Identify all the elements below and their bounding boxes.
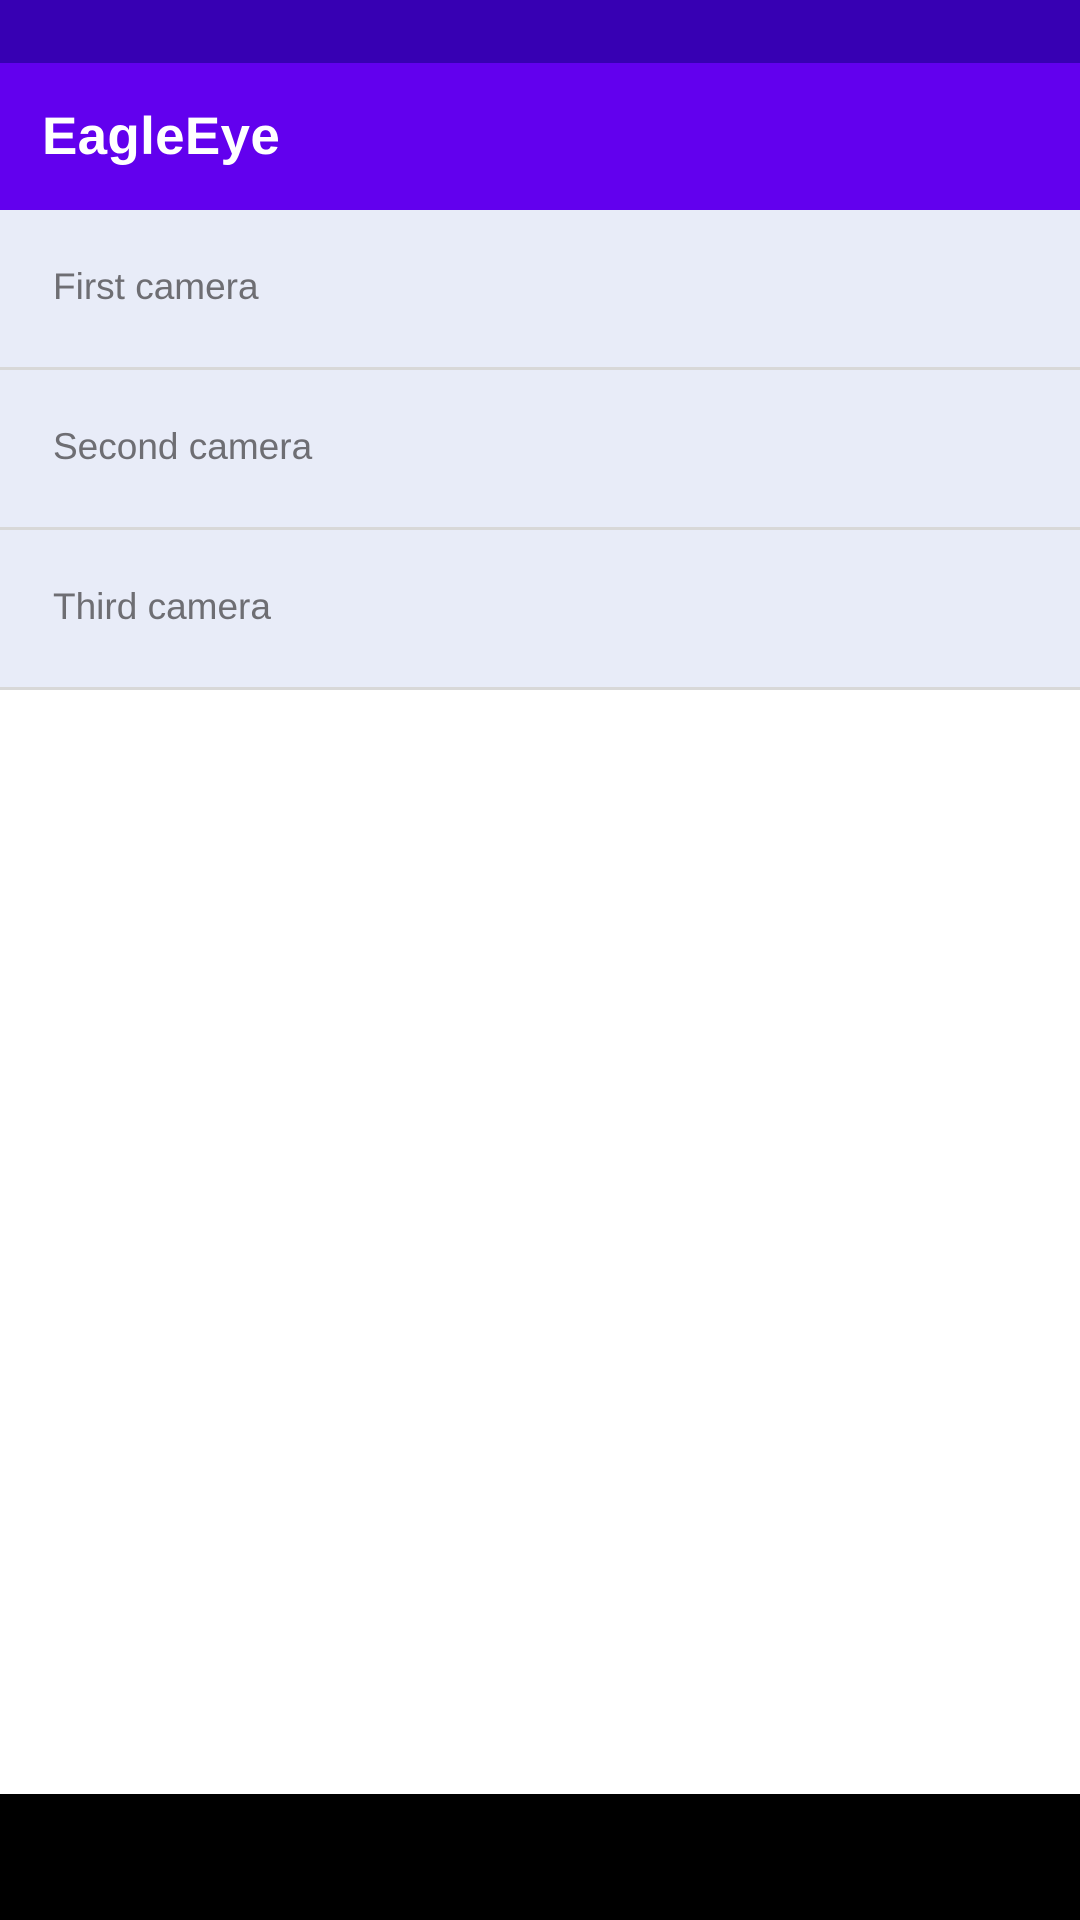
screen: EagleEye First camera Second camera Thir…	[0, 0, 1080, 1920]
app-bar: EagleEye	[0, 63, 1080, 210]
camera-list-item-first[interactable]: First camera	[0, 210, 1080, 370]
camera-list: First camera Second camera Third camera	[0, 210, 1080, 690]
status-bar	[0, 0, 1080, 63]
camera-label: Third camera	[53, 585, 271, 627]
camera-label: First camera	[53, 265, 259, 307]
camera-list-item-third[interactable]: Third camera	[0, 530, 1080, 690]
navigation-bar	[0, 1794, 1080, 1920]
camera-list-item-second[interactable]: Second camera	[0, 370, 1080, 530]
app-title: EagleEye	[42, 107, 281, 166]
camera-label: Second camera	[53, 425, 313, 467]
